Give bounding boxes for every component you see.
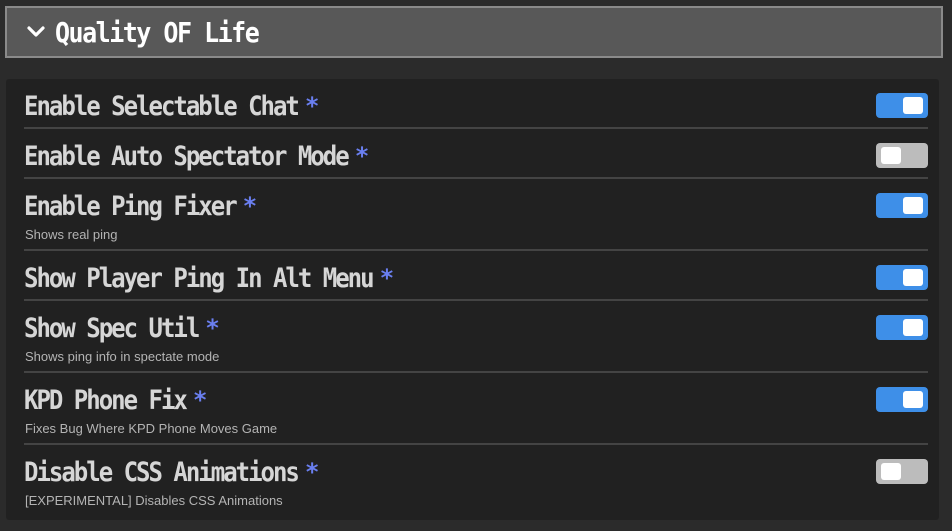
setting-description: Shows ping info in spectate mode bbox=[25, 349, 220, 364]
settings-list: Enable Selectable Chat * Enable Auto Spect… bbox=[24, 79, 928, 517]
requires-reload-marker: * bbox=[305, 458, 319, 486]
setting-label-text: Enable Ping Fixer bbox=[24, 190, 238, 222]
requires-reload-marker: * bbox=[305, 92, 319, 120]
setting-toggle[interactable] bbox=[876, 459, 928, 484]
toggle-knob bbox=[903, 97, 923, 114]
toggle-knob bbox=[903, 319, 923, 336]
setting-description: Shows real ping bbox=[25, 227, 118, 242]
setting-label: Enable Ping Fixer * bbox=[24, 190, 257, 222]
setting-toggle[interactable] bbox=[876, 387, 928, 412]
setting-label-text: KPD Phone Fix bbox=[24, 384, 188, 416]
requires-reload-marker: * bbox=[193, 386, 207, 414]
requires-reload-marker: * bbox=[380, 264, 394, 292]
requires-reload-marker: * bbox=[243, 192, 257, 220]
setting-toggle[interactable] bbox=[876, 265, 928, 290]
setting-toggle[interactable] bbox=[876, 193, 928, 218]
setting-label-text: Enable Auto Spectator Mode bbox=[24, 140, 350, 172]
setting-label: Enable Auto Spectator Mode * bbox=[24, 140, 369, 172]
chevron-down-icon[interactable] bbox=[25, 21, 47, 43]
toggle-knob bbox=[881, 147, 901, 164]
settings-panel: Enable Selectable Chat * Enable Auto Spect… bbox=[6, 79, 939, 520]
setting-row: Show Spec Util * Shows ping info in specta… bbox=[24, 301, 928, 373]
setting-toggle[interactable] bbox=[876, 315, 928, 340]
setting-row: Enable Ping Fixer * Shows real ping bbox=[24, 179, 928, 251]
setting-label-text: Show Player Ping In Alt Menu bbox=[24, 262, 375, 294]
requires-reload-marker: * bbox=[355, 142, 369, 170]
toggle-knob bbox=[903, 391, 923, 408]
requires-reload-marker: * bbox=[206, 314, 219, 342]
setting-row: KPD Phone Fix * Fixes Bug Where KPD Phone … bbox=[24, 373, 928, 445]
toggle-knob bbox=[903, 269, 923, 286]
setting-label-text: Show Spec Util bbox=[24, 312, 200, 344]
setting-label: Show Player Ping In Alt Menu * bbox=[24, 262, 394, 294]
setting-row: Enable Auto Spectator Mode * bbox=[24, 129, 928, 179]
setting-label-text: Disable CSS Animations bbox=[24, 456, 300, 488]
section-header-quality-of-life[interactable]: Quality OF Life bbox=[5, 6, 943, 58]
setting-toggle[interactable] bbox=[876, 93, 928, 118]
setting-label: Show Spec Util * bbox=[24, 312, 219, 344]
setting-label-text: Enable Selectable Chat bbox=[24, 90, 300, 122]
setting-label: Disable CSS Animations * bbox=[24, 456, 319, 488]
setting-label: Enable Selectable Chat * bbox=[24, 90, 319, 122]
setting-description: Fixes Bug Where KPD Phone Moves Game bbox=[25, 421, 278, 436]
setting-description: [EXPERIMENTAL] Disables CSS Animations bbox=[25, 493, 283, 508]
toggle-knob bbox=[881, 463, 901, 480]
setting-row: Disable CSS Animations * [EXPERIMENTAL] Di… bbox=[24, 445, 928, 517]
setting-label: KPD Phone Fix * bbox=[24, 384, 207, 416]
toggle-knob bbox=[903, 197, 923, 214]
setting-row: Enable Selectable Chat * bbox=[24, 79, 928, 129]
setting-toggle[interactable] bbox=[876, 143, 928, 168]
setting-row: Show Player Ping In Alt Menu * bbox=[24, 251, 928, 301]
section-title: Quality OF Life bbox=[55, 15, 260, 49]
